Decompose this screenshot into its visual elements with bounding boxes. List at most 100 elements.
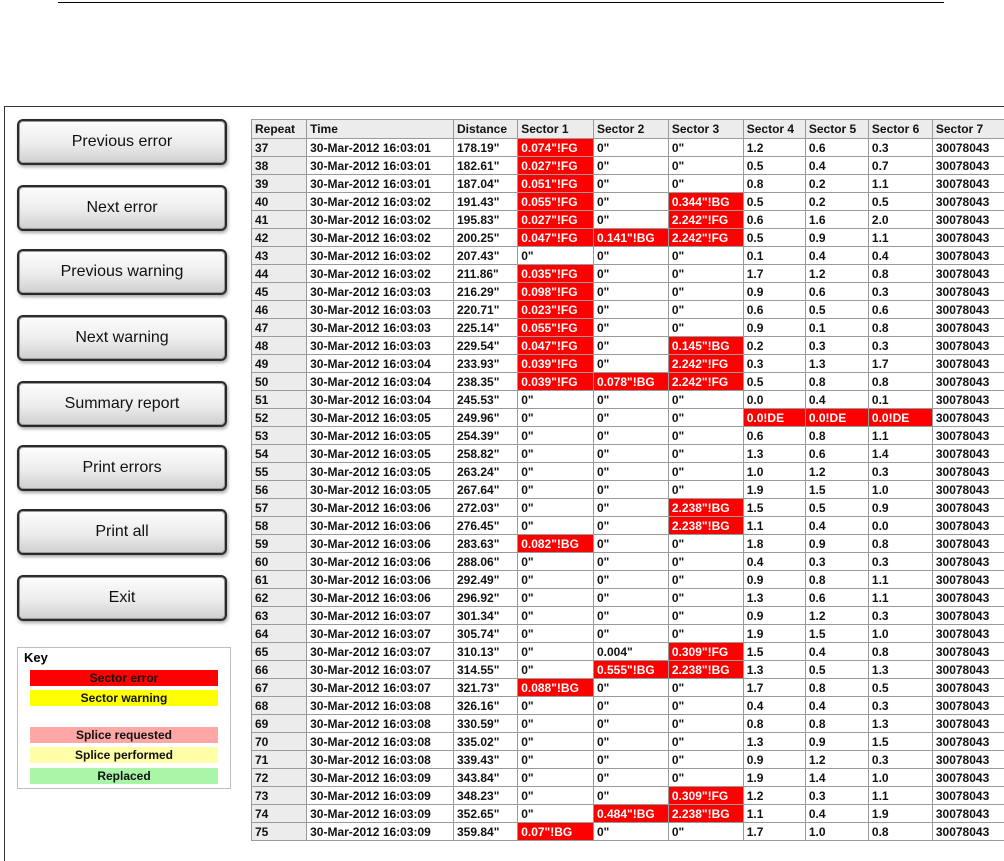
- next-error-button[interactable]: Next error: [17, 185, 227, 231]
- table-row[interactable]: 6630-Mar-2012 16:03:07314.55"0"0.555"!BG…: [252, 661, 1004, 679]
- column-header[interactable]: Sector 5: [805, 120, 868, 139]
- table-cell: 30-Mar-2012 16:03:03: [307, 337, 454, 355]
- table-row[interactable]: 7230-Mar-2012 16:03:09343.84"0"0"0"1.91.…: [252, 769, 1004, 787]
- exit-button[interactable]: Exit: [17, 575, 227, 621]
- table-cell: 1.1: [868, 229, 932, 247]
- table-row[interactable]: 4030-Mar-2012 16:03:02191.43"0.055"!FG0"…: [252, 193, 1004, 211]
- table-cell: 1.4: [868, 445, 932, 463]
- table-row[interactable]: 5830-Mar-2012 16:03:06276.45"0"0"2.238"!…: [252, 517, 1004, 535]
- table-row[interactable]: 4330-Mar-2012 16:03:02207.43"0"0"0"0.10.…: [252, 247, 1004, 265]
- table-cell: 0.555"!BG: [593, 661, 668, 679]
- table-cell: 30078043: [932, 517, 1004, 535]
- previous-error-button[interactable]: Previous error: [17, 119, 227, 165]
- table-cell: 187.04": [454, 175, 518, 193]
- table-row[interactable]: 6130-Mar-2012 16:03:06292.49"0"0"0"0.90.…: [252, 571, 1004, 589]
- table-row[interactable]: 4930-Mar-2012 16:03:04233.93"0.039"!FG0"…: [252, 355, 1004, 373]
- app-window: Previous error Next error Previous warni…: [4, 106, 1004, 861]
- table-cell: 1.1: [743, 517, 805, 535]
- table-row[interactable]: 3730-Mar-2012 16:03:01178.19"0.074"!FG0"…: [252, 139, 1004, 157]
- table-row[interactable]: 6330-Mar-2012 16:03:07301.34"0"0"0"0.91.…: [252, 607, 1004, 625]
- table-cell: 0": [668, 157, 743, 175]
- table-row[interactable]: 4730-Mar-2012 16:03:03225.14"0.055"!FG0"…: [252, 319, 1004, 337]
- table-row[interactable]: 5230-Mar-2012 16:03:05249.96"0"0"0"0.0!D…: [252, 409, 1004, 427]
- table-row[interactable]: 4830-Mar-2012 16:03:03229.54"0.047"!FG0"…: [252, 337, 1004, 355]
- table-cell: 1.0: [805, 823, 868, 841]
- column-header[interactable]: Sector 1: [518, 120, 594, 139]
- table-row[interactable]: 4130-Mar-2012 16:03:02195.83"0.027"!FG0"…: [252, 211, 1004, 229]
- column-header[interactable]: Repeat: [252, 120, 307, 139]
- table-row[interactable]: 4230-Mar-2012 16:03:02200.25"0.047"!FG0.…: [252, 229, 1004, 247]
- table-cell: 30-Mar-2012 16:03:01: [307, 139, 454, 157]
- table-cell: 0.145"!BG: [668, 337, 743, 355]
- table-cell: 30-Mar-2012 16:03:07: [307, 661, 454, 679]
- table-row[interactable]: 5030-Mar-2012 16:03:04238.35"0.039"!FG0.…: [252, 373, 1004, 391]
- repeat-cell: 74: [252, 805, 307, 823]
- table-row[interactable]: 7030-Mar-2012 16:03:08335.02"0"0"0"1.30.…: [252, 733, 1004, 751]
- table-cell: 0": [593, 265, 668, 283]
- table-cell: 30078043: [932, 589, 1004, 607]
- table-row[interactable]: 5530-Mar-2012 16:03:05263.24"0"0"0"1.01.…: [252, 463, 1004, 481]
- table-cell: 30078043: [932, 715, 1004, 733]
- table-row[interactable]: 7330-Mar-2012 16:03:09348.23"0"0"0.309"!…: [252, 787, 1004, 805]
- table-cell: 30-Mar-2012 16:03:01: [307, 175, 454, 193]
- repeat-cell: 67: [252, 679, 307, 697]
- table-cell: 0.1: [743, 247, 805, 265]
- table-cell: 30078043: [932, 787, 1004, 805]
- column-header[interactable]: Distance: [454, 120, 518, 139]
- table-row[interactable]: 6730-Mar-2012 16:03:07321.73"0.088"!BG0"…: [252, 679, 1004, 697]
- table-cell: 0.4: [805, 517, 868, 535]
- table-cell: 0.6: [743, 427, 805, 445]
- column-header[interactable]: Sector 7: [932, 120, 1004, 139]
- table-row[interactable]: 5330-Mar-2012 16:03:05254.39"0"0"0"0.60.…: [252, 427, 1004, 445]
- table-cell: 0": [593, 409, 668, 427]
- table-cell: 30-Mar-2012 16:03:08: [307, 715, 454, 733]
- table-row[interactable]: 6530-Mar-2012 16:03:07310.13"0"0.004"0.3…: [252, 643, 1004, 661]
- table-row[interactable]: 6430-Mar-2012 16:03:07305.74"0"0"0"1.91.…: [252, 625, 1004, 643]
- repeat-cell: 39: [252, 175, 307, 193]
- column-header[interactable]: Time: [307, 120, 454, 139]
- table-cell: 0": [518, 751, 594, 769]
- summary-report-button[interactable]: Summary report: [17, 381, 227, 427]
- table-row[interactable]: 3830-Mar-2012 16:03:01182.61"0.027"!FG0"…: [252, 157, 1004, 175]
- table-row[interactable]: 7130-Mar-2012 16:03:08339.43"0"0"0"0.91.…: [252, 751, 1004, 769]
- table-row[interactable]: 7430-Mar-2012 16:03:09352.65"0"0.484"!BG…: [252, 805, 1004, 823]
- table-row[interactable]: 6030-Mar-2012 16:03:06288.06"0"0"0"0.40.…: [252, 553, 1004, 571]
- table-cell: 0": [593, 445, 668, 463]
- table-cell: 0": [593, 589, 668, 607]
- table-cell: 30078043: [932, 661, 1004, 679]
- print-all-button[interactable]: Print all: [17, 509, 227, 555]
- table-row[interactable]: 5630-Mar-2012 16:03:05267.64"0"0"0"1.91.…: [252, 481, 1004, 499]
- table-cell: 30-Mar-2012 16:03:09: [307, 823, 454, 841]
- column-header[interactable]: Sector 2: [593, 120, 668, 139]
- table-row[interactable]: 6830-Mar-2012 16:03:08326.16"0"0"0"0.40.…: [252, 697, 1004, 715]
- table-cell: 0": [668, 445, 743, 463]
- column-header[interactable]: Sector 4: [743, 120, 805, 139]
- table-cell: 0": [593, 481, 668, 499]
- table-cell: 195.83": [454, 211, 518, 229]
- table-cell: 301.34": [454, 607, 518, 625]
- table-row[interactable]: 7530-Mar-2012 16:03:09359.84"0.07"!BG0"0…: [252, 823, 1004, 841]
- table-row[interactable]: 5730-Mar-2012 16:03:06272.03"0"0"2.238"!…: [252, 499, 1004, 517]
- table-cell: 30078043: [932, 463, 1004, 481]
- repeat-cell: 73: [252, 787, 307, 805]
- table-row[interactable]: 6930-Mar-2012 16:03:08330.59"0"0"0"0.80.…: [252, 715, 1004, 733]
- table-row[interactable]: 5130-Mar-2012 16:03:04245.53"0"0"0"0.00.…: [252, 391, 1004, 409]
- table-cell: 30-Mar-2012 16:03:05: [307, 409, 454, 427]
- table-cell: 1.1: [743, 805, 805, 823]
- table-row[interactable]: 4630-Mar-2012 16:03:03220.71"0.023"!FG0"…: [252, 301, 1004, 319]
- table-row[interactable]: 5430-Mar-2012 16:03:05258.82"0"0"0"1.30.…: [252, 445, 1004, 463]
- column-header[interactable]: Sector 3: [668, 120, 743, 139]
- previous-warning-button[interactable]: Previous warning: [17, 249, 227, 295]
- table-row[interactable]: 3930-Mar-2012 16:03:01187.04"0.051"!FG0"…: [252, 175, 1004, 193]
- table-cell: 0": [593, 517, 668, 535]
- table-cell: 292.49": [454, 571, 518, 589]
- table-row[interactable]: 6230-Mar-2012 16:03:06296.92"0"0"0"1.30.…: [252, 589, 1004, 607]
- column-header[interactable]: Sector 6: [868, 120, 932, 139]
- table-row[interactable]: 4430-Mar-2012 16:03:02211.86"0.035"!FG0"…: [252, 265, 1004, 283]
- table-cell: 0.8: [868, 373, 932, 391]
- table-cell: 30-Mar-2012 16:03:03: [307, 283, 454, 301]
- table-row[interactable]: 5930-Mar-2012 16:03:06283.63"0.082"!BG0"…: [252, 535, 1004, 553]
- print-errors-button[interactable]: Print errors: [17, 445, 227, 491]
- next-warning-button[interactable]: Next warning: [17, 315, 227, 361]
- table-row[interactable]: 4530-Mar-2012 16:03:03216.29"0.098"!FG0"…: [252, 283, 1004, 301]
